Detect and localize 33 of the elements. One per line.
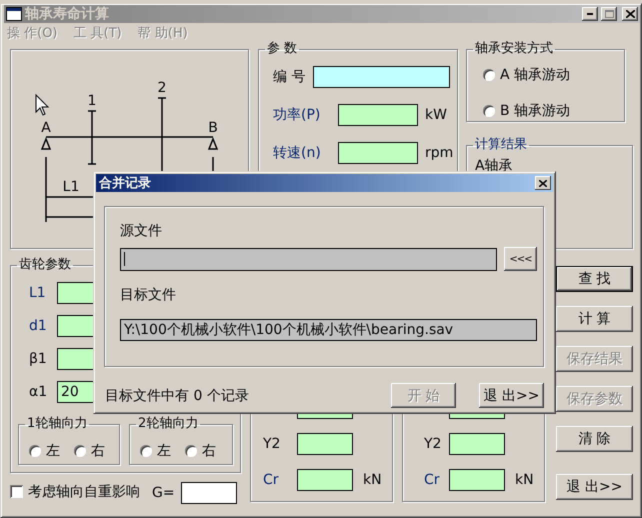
- field-label: Cr: [263, 472, 280, 488]
- group-title: 2轮轴向力: [137, 417, 200, 431]
- dialog-title: 合并记录: [99, 174, 152, 192]
- field-label: β1: [29, 351, 48, 367]
- group-title: 参 数: [266, 42, 298, 56]
- unit-label: kW: [425, 107, 447, 123]
- field-label: 目标文件: [120, 288, 177, 302]
- field-label: 编 号: [273, 68, 306, 86]
- field-label: Cr: [424, 472, 441, 488]
- field-label: Y2: [424, 436, 442, 452]
- group-title: 齿轮参数: [18, 258, 72, 272]
- dimension-label: L1: [62, 179, 80, 195]
- field-label: G=: [152, 485, 175, 501]
- gear-label: 1: [88, 93, 96, 109]
- unit-label: kN: [515, 472, 534, 488]
- group-title: 1轮轴向力: [26, 417, 88, 431]
- field-label: d1: [29, 318, 48, 334]
- unit-label: kN: [363, 472, 382, 488]
- field-label: 源文件: [120, 224, 163, 238]
- field-label: 转速(n): [273, 144, 322, 162]
- group-title: 轴承安装方式: [474, 42, 554, 56]
- unit-label: rpm: [425, 145, 454, 161]
- field-label: 功率(P): [273, 106, 322, 124]
- field-label: α1: [29, 384, 48, 400]
- gear-label: 2: [158, 80, 166, 96]
- field-label: L1: [29, 285, 47, 301]
- bearing-label: A: [41, 120, 51, 136]
- status-text: 目标文件中有 0 个记录: [105, 386, 250, 404]
- bearing-label: B: [208, 120, 218, 136]
- window-title: 轴承寿命计算: [25, 5, 110, 23]
- field-label: Y2: [263, 436, 282, 452]
- group-title: 计算结果: [474, 138, 528, 152]
- result-text: A轴承: [475, 157, 514, 175]
